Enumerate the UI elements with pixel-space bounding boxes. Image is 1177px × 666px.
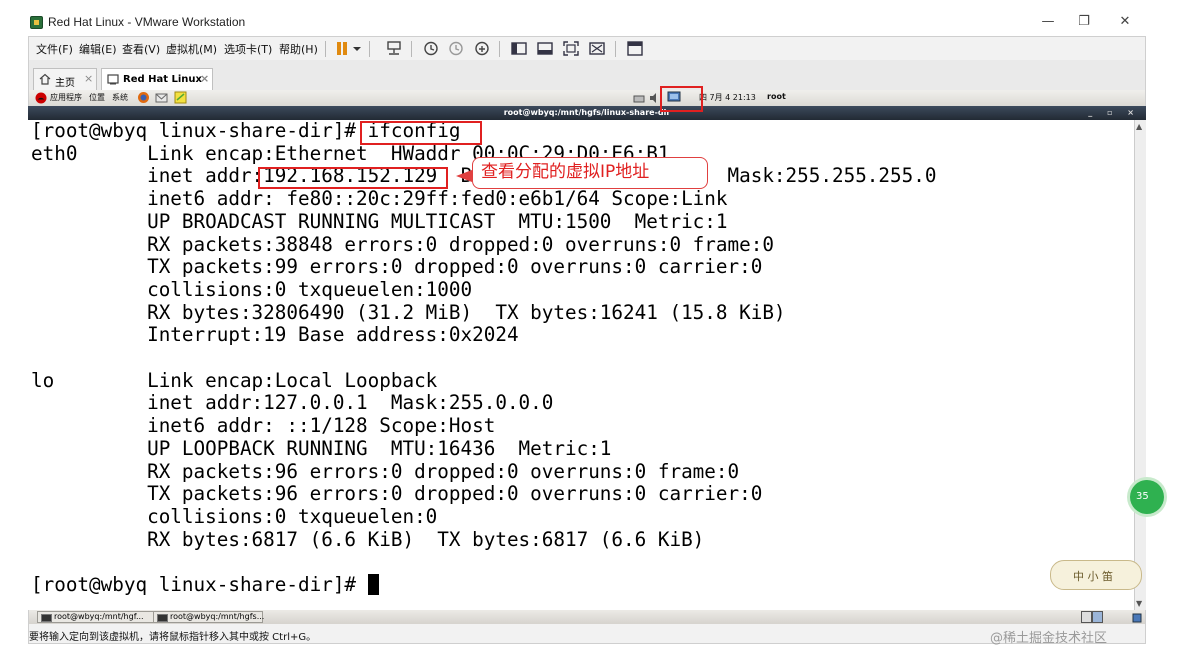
terminal-line: lo Link encap:Local Loopback (31, 368, 438, 392)
tab-red-hat-linux-close-icon[interactable]: × (200, 72, 209, 85)
terminal-line: TX packets:99 errors:0 dropped:0 overrun… (31, 255, 763, 279)
tab-home-close-icon[interactable]: × (84, 72, 93, 85)
window-title: Red Hat Linux - VMware Workstation (48, 15, 246, 29)
terminal-prompt: [root@wbyq linux-share-dir]# (31, 573, 368, 596)
terminal-line: inet6 addr: fe80::20c:29ff:fed0:e6b1/64 … (31, 187, 728, 211)
terminal-prompt-line: [root@wbyq linux-share-dir]# (31, 573, 379, 597)
sticker-text: 中 小 笛 (1073, 570, 1113, 583)
tab-red-hat-linux-label: Red Hat Linux (123, 74, 202, 85)
firefox-icon[interactable] (137, 91, 150, 104)
console-view-icon[interactable] (626, 40, 644, 57)
terminal-output[interactable]: [root@wbyq linux-share-dir]# ifconfig et… (28, 120, 1134, 610)
trash-icon[interactable] (1131, 611, 1143, 623)
menu-vm[interactable]: 虚拟机(M) (166, 41, 217, 57)
taskbar-item-terminal-2[interactable]: root@wbyq:/mnt/hgfs... (153, 611, 264, 623)
watermark: @稀土掘金技术社区 (990, 631, 1108, 646)
home-icon (39, 73, 51, 85)
highlight-ip-address (258, 167, 448, 189)
workspace-switcher-icon[interactable] (1081, 611, 1103, 623)
unity-icon[interactable] (588, 40, 606, 57)
toolbar-separator (411, 41, 412, 57)
menu-file[interactable]: 文件(F) (36, 41, 73, 57)
tab-home-label: 主页 (55, 78, 75, 89)
guest-taskbar: root@wbyq:/mnt/hgf... root@wbyq:/mnt/hgf… (28, 610, 1146, 624)
close-button[interactable]: ✕ (1111, 12, 1139, 32)
panel-clock[interactable]: 四 7月 4 21:13 (699, 92, 756, 103)
highlight-ifconfig-command (360, 121, 482, 145)
vmware-app-icon (30, 16, 43, 29)
email-client-icon[interactable] (155, 91, 168, 104)
pause-icon[interactable] (333, 40, 351, 57)
redhat-logo-icon (35, 92, 47, 104)
terminal-line: Interrupt:19 Base address:0x2024 (31, 323, 519, 347)
menu-view[interactable]: 查看(V) (122, 41, 160, 57)
panel-menu-applications[interactable]: 应用程序 (50, 92, 82, 103)
notes-icon[interactable] (174, 91, 187, 104)
terminal-line: RX bytes:32806490 (31.2 MiB) TX bytes:16… (31, 300, 786, 324)
scroll-down-icon[interactable]: ▼ (1136, 599, 1142, 608)
thumbnail-icon[interactable] (536, 40, 554, 57)
callout-pointer (456, 170, 472, 182)
network-status-icon (633, 95, 645, 103)
terminal-window-controls[interactable]: _ ▫ × (1088, 106, 1140, 120)
status-message: 要将输入定向到该虚拟机，请将鼠标指针移入其中或按 Ctrl+G。 (29, 632, 317, 643)
decorative-sticker: 中 小 笛 (1050, 560, 1142, 590)
terminal-scrollbar[interactable]: ▲ ▼ (1134, 120, 1146, 610)
menu-tabs[interactable]: 选项卡(T) (224, 41, 272, 57)
toolbar-separator (369, 41, 370, 57)
terminal-line: TX packets:96 errors:0 dropped:0 overrun… (31, 482, 763, 506)
terminal-line: RX packets:96 errors:0 dropped:0 overrun… (31, 459, 740, 483)
terminal-line: RX packets:38848 errors:0 dropped:0 over… (31, 232, 774, 256)
tab-home[interactable]: 主页 × (33, 68, 97, 90)
terminal-titlebar: root@wbyq:/mnt/hgfs/linux-share-dir _ ▫ … (28, 106, 1146, 120)
floating-badge: 35 (1130, 480, 1164, 514)
terminal-line: collisions:0 txqueuelen:0 (31, 504, 438, 528)
text-cursor (367, 574, 379, 595)
taskbar-item-terminal-1[interactable]: root@wbyq:/mnt/hgf... (37, 611, 155, 623)
dropdown-icon[interactable] (351, 40, 363, 57)
terminal-line: UP BROADCAST RUNNING MULTICAST MTU:1500 … (31, 209, 728, 233)
highlight-network-icon (660, 86, 703, 112)
tab-strip: 主页 × Red Hat Linux × (28, 60, 1146, 90)
snapshot-icon[interactable] (422, 40, 440, 57)
panel-menu-places[interactable]: 位置 (89, 92, 105, 103)
scroll-up-icon[interactable]: ▲ (1136, 122, 1142, 131)
vm-icon (107, 74, 119, 85)
snapshot-restore-icon[interactable] (447, 40, 465, 57)
terminal-line: collisions:0 txqueuelen:1000 (31, 277, 473, 301)
restore-button[interactable]: ❐ (1070, 12, 1098, 32)
vmware-statusbar: 要将输入定向到该虚拟机，请将鼠标指针移入其中或按 Ctrl+G。 (28, 624, 1146, 644)
annotation-callout: 查看分配的虚拟IP地址 (472, 157, 708, 189)
terminal-line: RX bytes:6817 (6.6 KiB) TX bytes:6817 (6… (31, 527, 705, 551)
snapshot-manager-icon[interactable] (473, 40, 491, 57)
guest-top-panel: 应用程序 位置 系统 四 7月 4 21:13 root (28, 90, 1146, 106)
fullscreen-icon[interactable] (562, 40, 580, 57)
menubar: 文件(F) 编辑(E) 查看(V) 虚拟机(M) 选项卡(T) 帮助(H) (28, 36, 1146, 60)
toolbar-separator (499, 41, 500, 57)
terminal-line: inet addr:127.0.0.1 Mask:255.0.0.0 (31, 391, 554, 415)
sidebar-icon[interactable] (510, 40, 528, 57)
window-titlebar: Red Hat Linux - VMware Workstation — ❐ ✕ (0, 0, 1177, 36)
panel-menu-system[interactable]: 系统 (112, 92, 128, 103)
terminal-line: UP LOOPBACK RUNNING MTU:16436 Metric:1 (31, 436, 612, 460)
panel-user[interactable]: root (767, 92, 786, 101)
toolbar-separator (615, 41, 616, 57)
minimize-button[interactable]: — (1034, 12, 1062, 32)
terminal-line: inet6 addr: ::1/128 Scope:Host (31, 414, 496, 438)
tab-red-hat-linux[interactable]: Red Hat Linux × (101, 68, 213, 90)
terminal-title: root@wbyq:/mnt/hgfs/linux-share-dir (503, 108, 671, 117)
toolbar-separator (325, 41, 326, 57)
menu-edit[interactable]: 编辑(E) (79, 41, 117, 57)
menu-help[interactable]: 帮助(H) (279, 41, 318, 57)
network-icon[interactable] (385, 40, 403, 57)
